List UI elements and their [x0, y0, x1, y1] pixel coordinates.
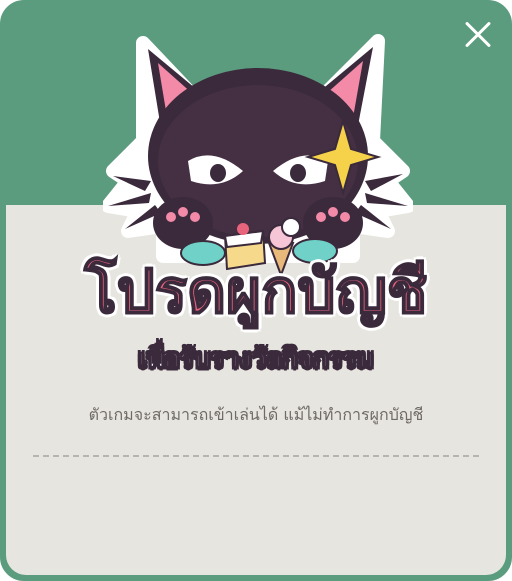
dialog-subtitle: เพื่อรับรางวัลกิจกรรม — [138, 344, 375, 375]
close-icon[interactable] — [459, 17, 495, 53]
dialog-title: โปรดผูกบัญชี — [84, 256, 429, 328]
bind-account-dialog: โปรดผูกบัญชี เพื่อรับรางวัลกิจกรรม ตัวเก… — [0, 0, 512, 581]
dialog-description: ตัวเกมจะสามารถเข้าเล่นได้ แม้ไม่ทำการผูก… — [88, 405, 424, 424]
black-cat-mascot-icon — [103, 34, 413, 278]
divider — [33, 455, 479, 457]
